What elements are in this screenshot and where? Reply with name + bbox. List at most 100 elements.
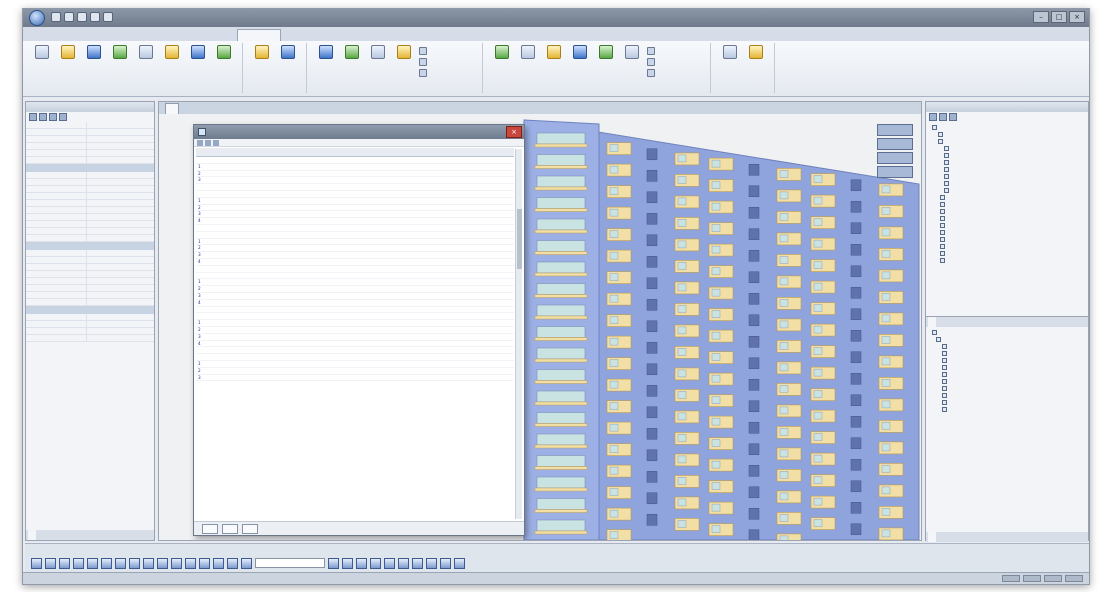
ribbon-button[interactable] <box>161 45 183 93</box>
3d-viewport[interactable]: × 1231234123412341234123 <box>159 114 921 540</box>
ribbon-button[interactable] <box>135 45 157 93</box>
toolbar-icon[interactable] <box>328 557 339 569</box>
ribbon-button[interactable] <box>251 45 273 93</box>
new-file-icon[interactable] <box>51 12 61 22</box>
property-row[interactable] <box>26 314 154 321</box>
toolbar-icon[interactable] <box>227 557 238 569</box>
table-row[interactable] <box>196 307 514 314</box>
left-panel-tab[interactable] <box>38 530 46 540</box>
table-row[interactable]: 2 <box>196 205 514 212</box>
ribbon-button[interactable] <box>31 45 53 93</box>
table-row[interactable] <box>196 232 514 239</box>
property-value[interactable] <box>87 157 90 163</box>
tree-node[interactable] <box>932 187 1088 194</box>
tree-node[interactable] <box>932 131 1088 138</box>
property-value[interactable] <box>87 186 90 192</box>
ribbon-button[interactable] <box>367 45 389 93</box>
ribbon-small-button[interactable] <box>419 58 429 66</box>
tree-node[interactable] <box>932 152 1088 159</box>
table-row[interactable] <box>196 184 514 191</box>
property-row[interactable] <box>26 285 154 292</box>
toolbar-icon[interactable] <box>398 557 409 569</box>
ribbon-button[interactable] <box>277 45 299 93</box>
tree-node[interactable] <box>932 243 1088 250</box>
property-section-header[interactable] <box>26 242 154 250</box>
tree-node[interactable] <box>932 250 1088 257</box>
property-row[interactable] <box>26 321 154 328</box>
toolbar-icon[interactable] <box>440 557 451 569</box>
property-row[interactable] <box>26 250 154 257</box>
table-row[interactable]: 2 <box>196 286 514 293</box>
toolbar-icon[interactable] <box>185 557 196 569</box>
ribbon-tab[interactable] <box>283 29 327 41</box>
layers-tab[interactable] <box>928 317 936 327</box>
property-row[interactable] <box>26 129 154 136</box>
property-row[interactable] <box>26 328 154 335</box>
property-value[interactable] <box>87 221 90 227</box>
view-side-button[interactable] <box>877 152 913 164</box>
close-window-button[interactable]: × <box>1069 11 1085 23</box>
ribbon-tab[interactable] <box>99 29 143 41</box>
property-row[interactable] <box>26 207 154 214</box>
property-value[interactable] <box>87 335 90 341</box>
property-value[interactable] <box>87 278 90 284</box>
property-value[interactable] <box>87 172 90 178</box>
property-row[interactable] <box>26 172 154 179</box>
tree-node[interactable] <box>932 236 1088 243</box>
table-row[interactable]: 1 <box>196 198 514 205</box>
table-header-cell[interactable] <box>460 148 510 156</box>
ribbon-button[interactable] <box>187 45 209 93</box>
property-value[interactable] <box>87 228 90 234</box>
property-row[interactable] <box>26 186 154 193</box>
ortho-toggle[interactable] <box>1044 575 1062 582</box>
property-row[interactable] <box>26 200 154 207</box>
table-row[interactable] <box>196 191 514 198</box>
dialog-footer-button[interactable] <box>222 524 238 534</box>
toolbar-icon[interactable] <box>59 557 70 569</box>
open-file-icon[interactable] <box>64 12 74 22</box>
table-row[interactable] <box>196 347 514 355</box>
property-value[interactable] <box>87 235 90 241</box>
view-iso-button[interactable] <box>877 166 913 178</box>
table-row[interactable]: 3 <box>196 334 514 341</box>
tree-node[interactable] <box>932 194 1088 201</box>
table-scrollbar[interactable] <box>515 149 522 519</box>
document-tab[interactable] <box>165 103 179 114</box>
toolbar-icon[interactable] <box>87 557 98 569</box>
table-row[interactable]: 2 <box>196 245 514 253</box>
property-value[interactable] <box>87 214 90 220</box>
view-navigation-cube[interactable] <box>877 124 913 180</box>
property-value[interactable] <box>87 179 90 185</box>
property-row[interactable] <box>26 214 154 221</box>
layer-node[interactable] <box>932 406 1088 413</box>
scrollbar-thumb[interactable] <box>517 209 522 269</box>
ribbon-button[interactable] <box>745 45 767 93</box>
table-row[interactable]: 4 <box>196 300 514 307</box>
table-row[interactable] <box>196 225 514 232</box>
property-value[interactable] <box>87 143 90 149</box>
property-row[interactable] <box>26 264 154 271</box>
app-menu-button[interactable] <box>29 10 45 26</box>
property-row[interactable] <box>26 193 154 200</box>
tree-node[interactable] <box>932 222 1088 229</box>
ribbon-tab[interactable] <box>329 29 373 41</box>
table-row[interactable]: 4 <box>196 218 514 225</box>
toolbar-icon[interactable] <box>412 557 423 569</box>
toolbar-icon[interactable] <box>213 557 224 569</box>
table-row[interactable] <box>196 266 514 273</box>
property-value[interactable] <box>87 122 90 128</box>
table-row[interactable]: 1 <box>196 361 514 368</box>
ribbon-button[interactable] <box>341 45 363 93</box>
layer-node[interactable] <box>932 336 1088 343</box>
redo-icon[interactable] <box>103 12 113 22</box>
search-icon[interactable] <box>949 113 957 121</box>
tree-node[interactable] <box>932 159 1088 166</box>
table-row[interactable]: 3 <box>196 177 514 185</box>
table-row[interactable]: 2 <box>196 171 514 178</box>
tree-node[interactable] <box>932 145 1088 152</box>
table-row[interactable]: 3 <box>196 375 514 382</box>
right-panel-bottom-tab[interactable] <box>928 532 936 542</box>
ribbon-button[interactable] <box>109 45 131 93</box>
ribbon-small-button[interactable] <box>419 47 429 55</box>
layer-node[interactable] <box>932 329 1088 336</box>
